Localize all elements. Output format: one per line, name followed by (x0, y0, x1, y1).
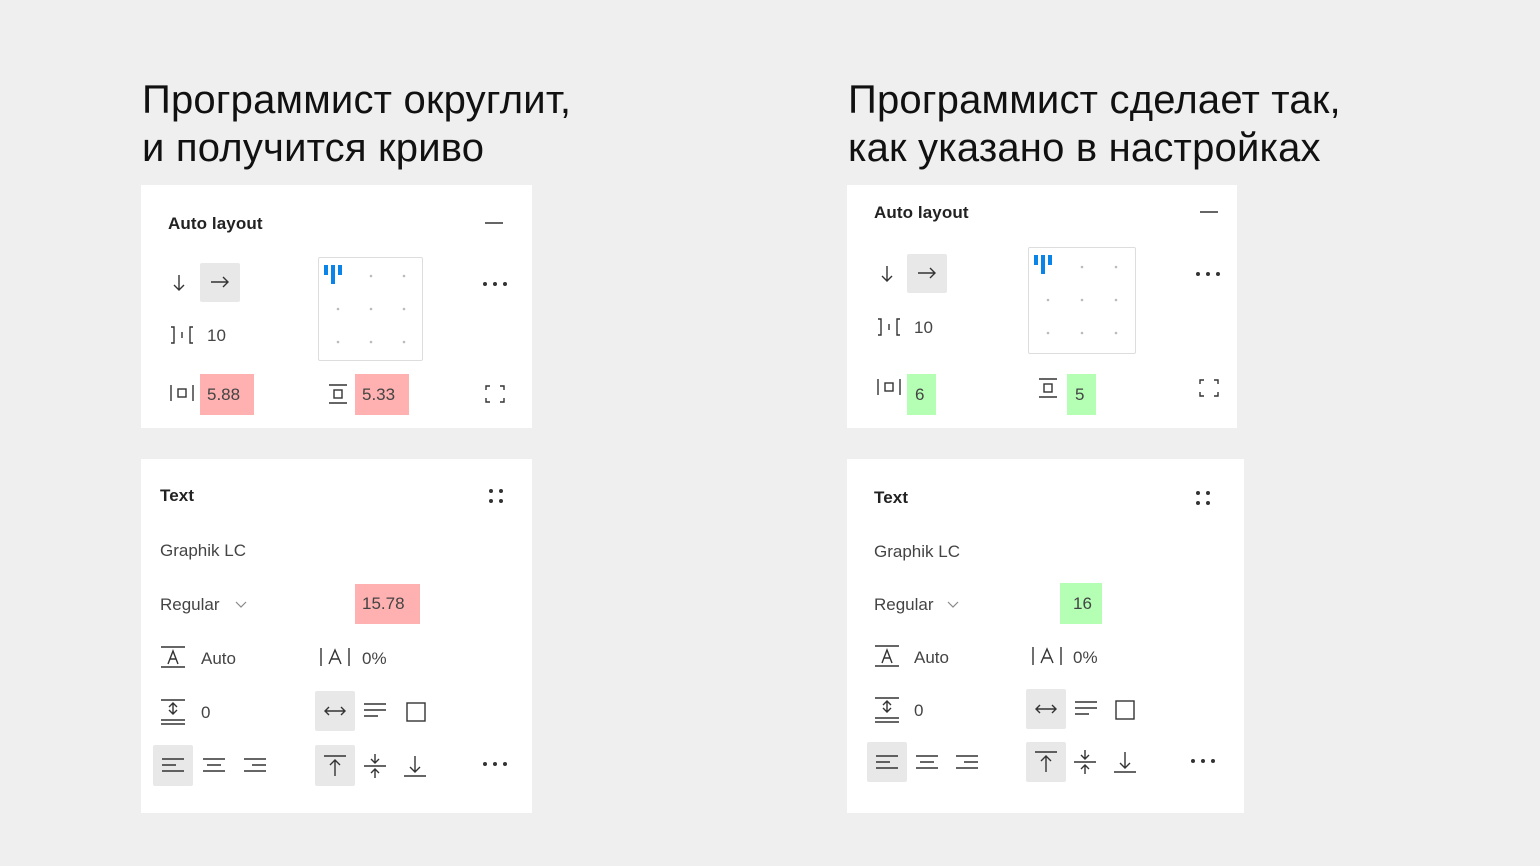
right-auto-layout-panel: Auto layout 10 6 5 (847, 185, 1237, 428)
vertical-padding-field[interactable]: 5 (1067, 374, 1096, 415)
horizontal-padding-value: 5.88 (207, 384, 241, 404)
align-right-icon[interactable] (955, 754, 979, 772)
font-family-select[interactable]: Graphik LC (874, 542, 960, 562)
letter-spacing-icon (1032, 647, 1062, 665)
align-bottom-icon[interactable] (403, 754, 427, 778)
left-heading-line2: и получится криво (142, 126, 485, 170)
line-height-value[interactable]: Auto (914, 648, 949, 668)
text-more-options-icon[interactable] (1190, 758, 1218, 764)
left-text-panel: Text Graphik LC Regular 15.78 Auto 0% 0 (141, 459, 532, 813)
align-center-icon[interactable] (202, 757, 226, 775)
right-heading-line1: Программист сделает так, (848, 78, 1341, 122)
paragraph-spacing-icon (875, 697, 899, 723)
font-family-select[interactable]: Graphik LC (160, 541, 246, 561)
auto-width-button[interactable] (1026, 689, 1066, 729)
horizontal-padding-icon (170, 385, 194, 401)
align-bottom-icon[interactable] (1113, 750, 1137, 774)
direction-vertical-arrow-icon[interactable] (880, 264, 894, 284)
chevron-down-icon[interactable] (947, 601, 959, 609)
spacing-value[interactable]: 10 (914, 318, 933, 338)
right-heading-line2: как указано в настройках (848, 126, 1321, 170)
align-left-button[interactable] (153, 745, 193, 786)
align-left-button[interactable] (867, 742, 907, 782)
independent-padding-icon[interactable] (1198, 378, 1220, 398)
line-height-value[interactable]: Auto (201, 649, 236, 669)
align-top-icon (1035, 751, 1057, 772)
text-title: Text (874, 488, 909, 507)
vertical-padding-icon (1039, 378, 1057, 398)
font-size-field[interactable]: 15.78 (355, 584, 420, 624)
independent-padding-icon[interactable] (484, 384, 506, 404)
line-height-icon (875, 645, 899, 667)
align-top-icon (324, 755, 346, 776)
right-heading: Программист сделает так, как указано в н… (848, 76, 1341, 172)
direction-horizontal-button[interactable] (200, 263, 240, 302)
horizontal-padding-field[interactable]: 6 (907, 374, 936, 415)
vertical-padding-value: 5 (1075, 384, 1085, 404)
left-heading-line1: Программист округлит, (142, 78, 572, 122)
vertical-padding-icon (329, 384, 347, 404)
collapse-minus-icon[interactable] (484, 221, 504, 225)
alignment-grid-icon (1034, 255, 1118, 335)
direction-vertical-arrow-icon[interactable] (172, 273, 186, 293)
font-size-value: 16 (1073, 593, 1092, 613)
align-middle-icon[interactable] (1073, 749, 1097, 775)
direction-horizontal-button[interactable] (907, 254, 947, 293)
align-middle-icon[interactable] (363, 753, 387, 779)
fixed-size-icon[interactable] (405, 701, 427, 723)
font-size-field[interactable]: 16 (1060, 583, 1102, 624)
alignment-grid[interactable] (1028, 247, 1136, 354)
horizontal-padding-field[interactable]: 5.88 (200, 374, 254, 415)
horizontal-padding-icon (877, 379, 901, 395)
more-options-icon[interactable] (482, 281, 510, 287)
paragraph-spacing-icon (161, 699, 185, 725)
spacing-between-icon (171, 326, 193, 344)
align-center-icon[interactable] (915, 754, 939, 772)
paragraph-spacing-value[interactable]: 0 (914, 701, 923, 721)
auto-width-arrows-icon (1035, 704, 1057, 714)
auto-width-arrows-icon (324, 706, 346, 716)
auto-height-icon[interactable] (1074, 700, 1098, 718)
collapse-minus-icon[interactable] (1199, 210, 1219, 214)
alignment-grid-icon (324, 265, 406, 344)
direction-horizontal-arrow-icon (211, 276, 229, 288)
text-styles-grid-icon[interactable] (487, 487, 505, 505)
fixed-size-icon[interactable] (1114, 699, 1136, 721)
align-right-icon[interactable] (243, 757, 267, 775)
line-height-icon (161, 646, 185, 668)
spacing-value[interactable]: 10 (207, 326, 226, 346)
font-size-value: 15.78 (362, 594, 405, 613)
direction-horizontal-arrow-icon (918, 267, 936, 279)
vertical-padding-field[interactable]: 5.33 (355, 374, 409, 415)
spacing-between-icon (878, 318, 900, 336)
left-auto-layout-panel: Auto layout 10 5.88 5.33 (141, 185, 532, 428)
align-left-icon (162, 758, 184, 772)
auto-layout-title: Auto layout (874, 203, 969, 222)
text-more-options-icon[interactable] (482, 761, 510, 767)
auto-height-icon[interactable] (363, 702, 387, 720)
vertical-padding-value: 5.33 (362, 384, 396, 404)
font-weight-select[interactable]: Regular (874, 595, 934, 615)
alignment-grid[interactable] (318, 257, 423, 361)
more-options-icon[interactable] (1195, 271, 1223, 277)
align-left-icon (876, 755, 898, 769)
auto-width-button[interactable] (315, 691, 355, 731)
letter-spacing-icon (320, 648, 350, 666)
horizontal-padding-value: 6 (915, 384, 925, 404)
align-top-button[interactable] (315, 745, 355, 786)
left-heading: Программист округлит, и получится криво (142, 76, 571, 172)
align-top-button[interactable] (1026, 742, 1066, 782)
right-text-panel: Text Graphik LC Regular 16 Auto 0% 0 (847, 459, 1244, 813)
paragraph-spacing-value[interactable]: 0 (201, 703, 210, 723)
chevron-down-icon[interactable] (235, 601, 247, 609)
letter-spacing-value[interactable]: 0% (1073, 648, 1098, 668)
font-weight-select[interactable]: Regular (160, 595, 220, 615)
text-title: Text (160, 486, 195, 505)
auto-layout-title: Auto layout (168, 214, 263, 233)
letter-spacing-value[interactable]: 0% (362, 649, 387, 669)
text-styles-grid-icon[interactable] (1194, 489, 1212, 507)
